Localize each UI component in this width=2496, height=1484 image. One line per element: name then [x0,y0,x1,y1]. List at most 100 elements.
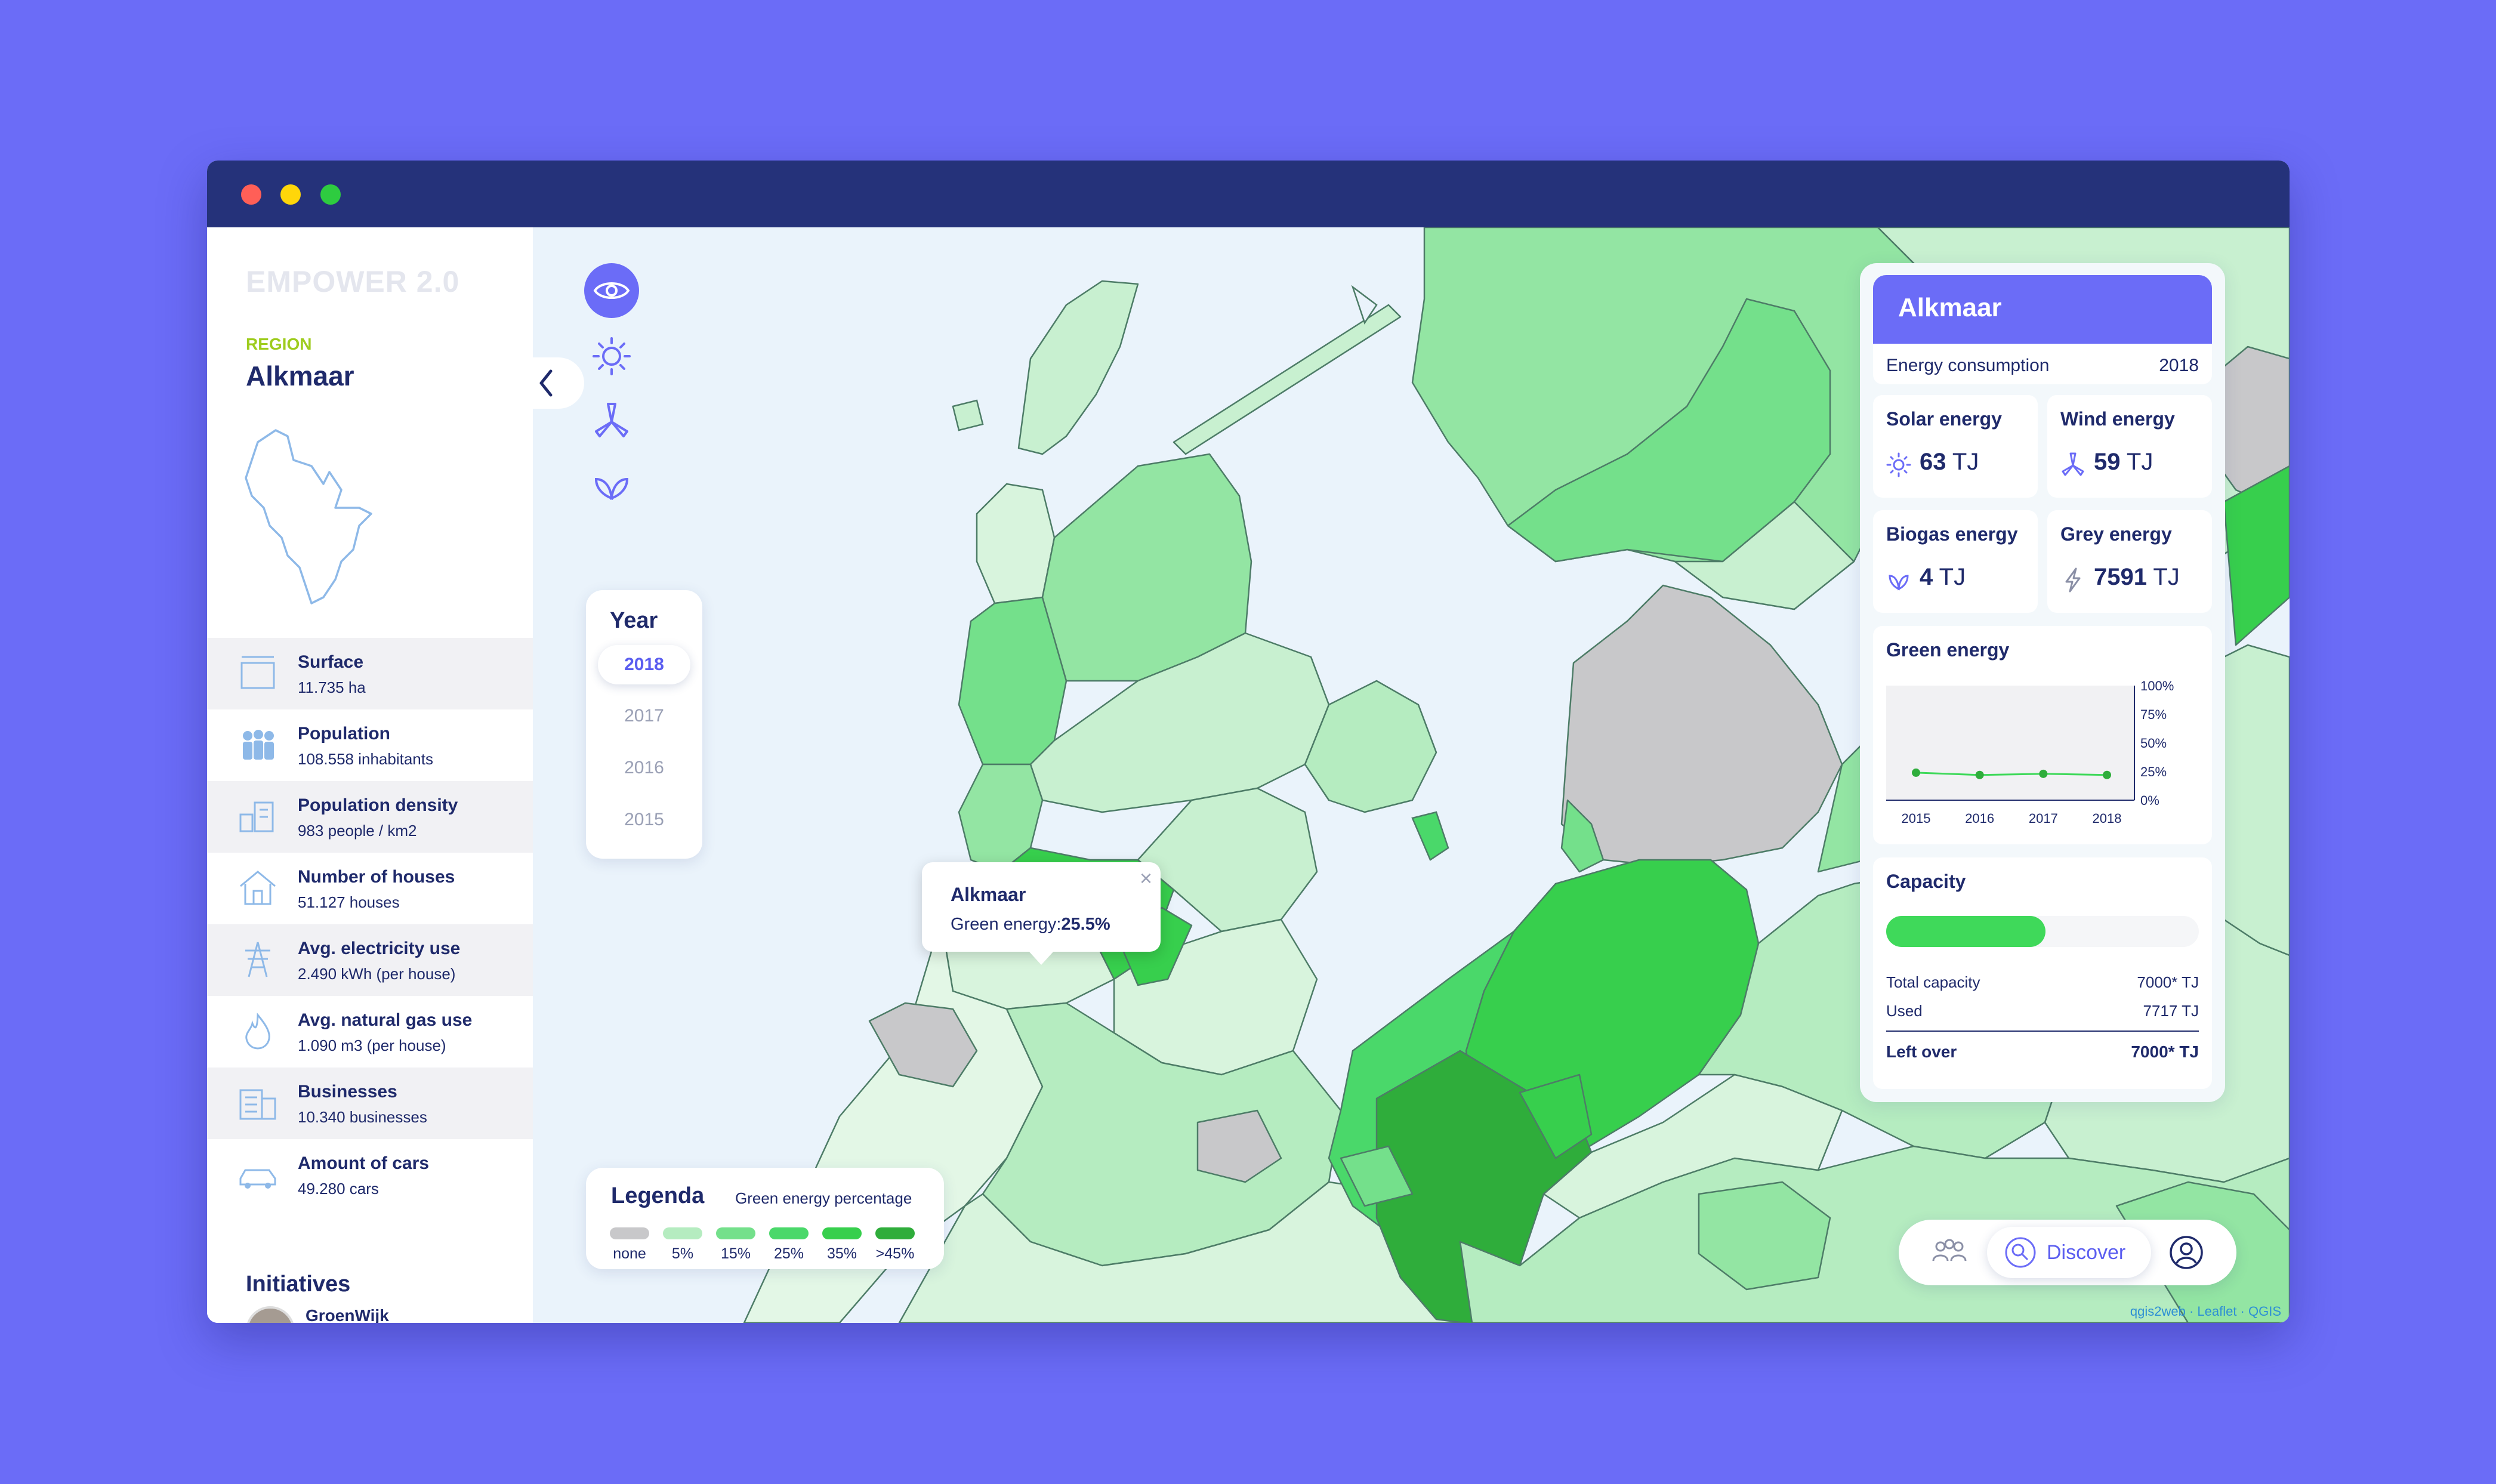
capacity-row-label: Used [1886,1002,1923,1020]
energy-card-value: 59 TJ [2094,449,2153,476]
chart-x-tick-label: 2017 [2029,811,2058,826]
collapse-sidebar-button[interactable] [533,357,584,409]
legend-title: Legenda [611,1183,705,1208]
window-maximize-button[interactable] [320,184,341,205]
chart-plot-area [1886,686,2134,800]
legend-swatch [769,1227,809,1239]
legend-swatch-label: >45% [875,1245,915,1262]
title-bar [207,161,2290,227]
stat-amount-of-cars: Amount of cars 49.280 cars [207,1139,533,1211]
app-window: EMPOWER 2.0 REGION Alkmaar Surface 11.73… [207,161,2290,1323]
energy-unit: TJ [2153,564,2180,590]
window-minimize-button[interactable] [280,184,301,205]
lightning-icon [2065,567,2081,593]
stat-title: Avg. natural gas use [298,1010,473,1030]
flame-icon [245,1013,270,1050]
region-island [952,399,984,431]
sun-icon [593,337,631,375]
initiative-name[interactable]: GroenWijk [306,1306,389,1323]
leaf-icon [1889,575,1909,591]
chart-y-tick-label: 0% [2140,793,2159,808]
energy-card-value: 4 TJ [1920,564,1966,591]
layer-toggle-solar[interactable] [584,329,639,384]
sidebar: EMPOWER 2.0 REGION Alkmaar Surface 11.73… [207,227,533,1323]
chart-x-tick-label: 2015 [1902,811,1931,826]
year-option-2015[interactable]: 2015 [598,800,690,840]
chart-data-point [1975,770,1984,779]
region-den-helder[interactable] [976,483,1056,604]
legend-swatch-label: 15% [720,1245,751,1262]
stat-population: Population 108.558 inhabitants [207,709,533,781]
year-selector: Year 2018 2017 2016 2015 [586,590,702,859]
stat-natural-gas-use: Avg. natural gas use 1.090 m3 (per house… [207,996,533,1068]
chart-y-tick-label: 100% [2140,678,2174,693]
app-content: EMPOWER 2.0 REGION Alkmaar Surface 11.73… [207,227,2290,1323]
legend-swatch-label: none [613,1245,646,1262]
wind-energy-card: Wind energy 59 TJ [2047,395,2212,498]
layer-toggle-visibility[interactable] [584,263,639,318]
stat-title: Number of houses [298,867,455,887]
layer-toggle-biogas[interactable] [584,458,639,513]
green-energy-chart: 100% 75% 50% 25% 0% 2015 2016 2017 2018 [1886,678,2174,826]
year-option-2018[interactable]: 2018 [598,645,690,684]
year-option-2017[interactable]: 2017 [598,696,690,736]
stat-value: 2.490 kWh (per house) [298,965,456,983]
map-attribution[interactable]: qgis2web · Leaflet · QGIS [2130,1304,2281,1319]
popup-green-energy: Green energy:25.5% [951,915,1110,934]
popup-close-button[interactable]: × [1140,866,1152,891]
wind-turbine-icon [2062,452,2084,476]
legend-swatch-label: 5% [671,1245,694,1262]
stat-value: 108.558 inhabitants [298,750,433,768]
legend-swatch [610,1227,649,1239]
chart-y-tick-label: 50% [2140,736,2167,751]
avatar[interactable] [246,1306,295,1323]
stat-value: 51.127 houses [298,893,400,911]
region-label: REGION [246,335,312,353]
energy-consumption-row: Energy consumption 2018 [1873,344,2212,384]
stat-title: Population density [298,795,458,815]
window-close-button[interactable] [241,184,261,205]
capacity-row-leftover: Left over 7000* TJ [1886,1042,2199,1062]
solar-energy-card: Solar energy 63 TJ [1873,395,2038,498]
capacity-row-value: 7717 TJ [2143,1002,2199,1020]
panel-header: Alkmaar [1873,275,2212,344]
stat-title: Population [298,724,390,743]
stat-title: Businesses [298,1082,397,1102]
electricity-pylon-icon [245,942,270,977]
energy-amount: 63 [1920,449,1946,475]
region-outline-map [245,429,372,604]
brand-logo: EMPOWER 2.0 [246,265,460,298]
energy-card-title: Grey energy [2060,523,2172,545]
chart-x-tick-label: 2018 [2093,811,2122,826]
capacity-row-total: Total capacity 7000* TJ [1886,973,2199,992]
layer-toggle-wind[interactable] [584,393,639,448]
discover-label: Discover [2047,1241,2126,1264]
capacity-title: Capacity [1886,871,1966,892]
energy-card-value: 7591 TJ [2094,564,2180,591]
chart-y-tick-label: 75% [2140,707,2167,722]
chart-data-point [2103,770,2111,779]
sun-icon [1886,452,1911,477]
community-icon[interactable] [1929,1235,1970,1270]
energy-consumption-year: 2018 [2159,356,2199,375]
chevron-left-icon [539,369,553,397]
panel-title: Alkmaar [1898,293,2002,322]
chart-x-tick-label: 2016 [1965,811,1994,826]
energy-unit: TJ [1939,564,1966,590]
legend-swatch [822,1227,862,1239]
year-option-2016[interactable]: 2016 [598,748,690,788]
stat-value: 983 people / km2 [298,822,417,840]
region-stats-list: Surface 11.735 ha Population 108.558 inh… [207,638,533,1211]
stat-title: Surface [298,652,364,672]
energy-amount: 4 [1920,564,1933,590]
energy-amount: 59 [2094,449,2121,475]
green-energy-card: Green energy 100% 75% 50% 25% 0% 2015 2016 2017… [1873,626,2212,844]
eye-icon [593,282,630,299]
capacity-row-used: Used 7717 TJ [1886,1002,2199,1020]
capacity-row-value: 7000* TJ [2137,973,2199,991]
profile-icon[interactable] [2167,1233,2205,1272]
stat-businesses: Businesses 10.340 businesses [207,1068,533,1139]
capacity-leftover-label: Left over [1886,1042,1957,1061]
discover-button[interactable]: Discover [1987,1227,2151,1278]
energy-unit: TJ [1952,449,1979,475]
